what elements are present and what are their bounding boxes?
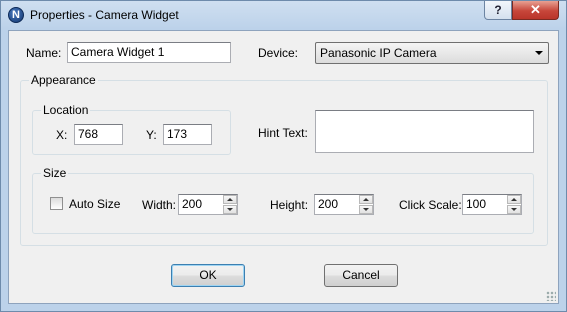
click-scale-stepper[interactable]: 100 <box>462 194 522 215</box>
help-button[interactable]: ? <box>484 1 512 20</box>
ok-button[interactable]: OK <box>171 264 245 287</box>
auto-size-label: Auto Size <box>69 197 121 211</box>
appearance-group: Appearance Location X: 768 Y: 173 Hint T… <box>20 73 548 246</box>
click-scale-up-arrow-icon[interactable] <box>507 195 521 204</box>
click-scale-label: Click Scale: <box>399 198 462 212</box>
size-group: Size Auto Size Width: 200 Height: 200 Cl… <box>32 166 534 234</box>
width-down-arrow-icon[interactable] <box>223 205 237 214</box>
resize-grip-icon[interactable] <box>546 291 556 301</box>
auto-size-checkbox[interactable] <box>50 197 63 210</box>
height-stepper[interactable]: 200 <box>314 194 374 215</box>
y-input[interactable]: 173 <box>163 124 212 145</box>
location-group-title: Location <box>41 103 91 117</box>
click-scale-value: 100 <box>466 197 487 211</box>
properties-dialog: N Properties - Camera Widget ? ✕ Name: C… <box>0 0 567 312</box>
location-group: Location X: 768 Y: 173 <box>32 103 231 155</box>
height-label: Height: <box>270 198 309 212</box>
title-bar[interactable]: N Properties - Camera Widget ? ✕ <box>1 1 566 29</box>
device-select[interactable]: Panasonic IP Camera <box>315 42 549 64</box>
device-label: Device: <box>258 46 299 60</box>
height-value: 200 <box>318 197 339 211</box>
width-stepper[interactable]: 200 <box>178 194 238 215</box>
app-logo-icon: N <box>8 7 24 23</box>
device-select-value: Panasonic IP Camera <box>320 46 437 60</box>
hint-text-input[interactable] <box>315 110 534 153</box>
appearance-group-title: Appearance <box>29 73 98 87</box>
x-label: X: <box>56 128 68 142</box>
width-label: Width: <box>142 198 177 212</box>
name-input[interactable]: Camera Widget 1 <box>67 42 231 63</box>
chevron-down-icon <box>535 51 543 55</box>
window-title: Properties - Camera Widget <box>30 8 179 22</box>
cancel-button[interactable]: Cancel <box>324 264 398 287</box>
width-up-arrow-icon[interactable] <box>223 195 237 204</box>
height-down-arrow-icon[interactable] <box>359 205 373 214</box>
x-input[interactable]: 768 <box>74 124 123 145</box>
dialog-body: Name: Camera Widget 1 Device: Panasonic … <box>8 30 559 304</box>
y-label: Y: <box>146 128 157 142</box>
height-up-arrow-icon[interactable] <box>359 195 373 204</box>
close-button[interactable]: ✕ <box>512 1 559 20</box>
name-label: Name: <box>26 46 62 60</box>
hint-text-label: Hint Text: <box>258 126 308 140</box>
size-group-title: Size <box>41 166 69 180</box>
click-scale-down-arrow-icon[interactable] <box>507 205 521 214</box>
width-value: 200 <box>182 197 203 211</box>
